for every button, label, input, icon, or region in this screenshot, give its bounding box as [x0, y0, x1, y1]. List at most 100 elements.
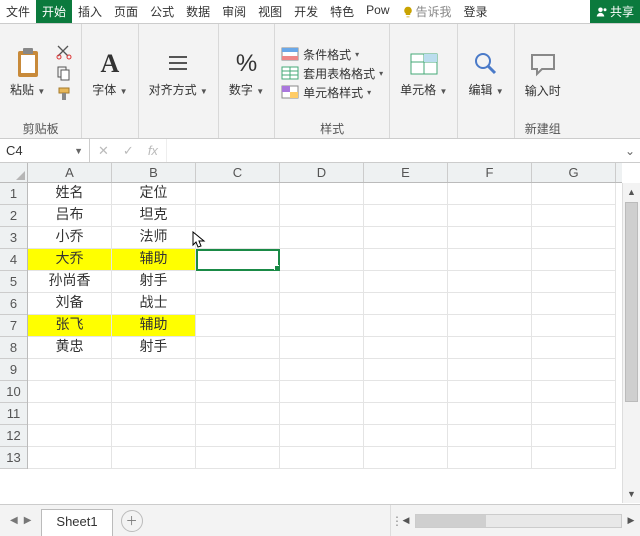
cell-E12[interactable]: [364, 425, 448, 447]
cell-style-button[interactable]: 单元格样式 ▾: [281, 84, 383, 101]
cell-B5[interactable]: 射手: [112, 271, 196, 293]
cell-C12[interactable]: [196, 425, 280, 447]
cell-G3[interactable]: [532, 227, 616, 249]
cell-A8[interactable]: 黄忠: [28, 337, 112, 359]
formula-expand-button[interactable]: ⌄: [620, 139, 640, 162]
cell-D7[interactable]: [280, 315, 364, 337]
editing-button[interactable]: 编辑 ▼: [464, 45, 507, 101]
cell-E5[interactable]: [364, 271, 448, 293]
input-time-button[interactable]: 输入时: [521, 46, 565, 100]
cell-grid[interactable]: 姓名定位吕布坦克小乔法师大乔辅助孙尚香射手刘备战士张飞辅助黄忠射手: [28, 183, 622, 503]
cell-F3[interactable]: [448, 227, 532, 249]
row-header-8[interactable]: 8: [0, 337, 27, 359]
column-header-B[interactable]: B: [112, 163, 196, 182]
cell-E7[interactable]: [364, 315, 448, 337]
enter-formula-button[interactable]: ✓: [123, 143, 134, 159]
cell-E11[interactable]: [364, 403, 448, 425]
formula-input[interactable]: [167, 139, 620, 162]
cell-E4[interactable]: [364, 249, 448, 271]
cell-E13[interactable]: [364, 447, 448, 469]
name-box[interactable]: C4 ▼: [0, 139, 90, 162]
copy-button[interactable]: [53, 64, 75, 82]
cell-F8[interactable]: [448, 337, 532, 359]
number-button[interactable]: % 数字 ▼: [225, 45, 268, 101]
scroll-left-button[interactable]: ◀: [397, 515, 415, 526]
scroll-right-button[interactable]: ▶: [622, 515, 640, 526]
cell-C10[interactable]: [196, 381, 280, 403]
cell-G10[interactable]: [532, 381, 616, 403]
cell-B1[interactable]: 定位: [112, 183, 196, 205]
font-button[interactable]: A 字体 ▼: [88, 45, 131, 101]
cell-B11[interactable]: [112, 403, 196, 425]
cell-A11[interactable]: [28, 403, 112, 425]
menu-tab-file[interactable]: 文件: [0, 0, 36, 23]
column-header-E[interactable]: E: [364, 163, 448, 182]
horizontal-scrollbar[interactable]: ⋮ ◀ ▶: [390, 505, 640, 536]
row-header-4[interactable]: 4: [0, 249, 27, 271]
cell-F9[interactable]: [448, 359, 532, 381]
tab-last-icon[interactable]: ▶: [24, 515, 32, 526]
cell-F2[interactable]: [448, 205, 532, 227]
cell-B8[interactable]: 射手: [112, 337, 196, 359]
sheet-tab-1[interactable]: Sheet1: [41, 509, 112, 536]
scroll-up-button[interactable]: ▲: [623, 183, 640, 201]
row-header-2[interactable]: 2: [0, 205, 27, 227]
table-format-button[interactable]: 套用表格格式 ▾: [281, 65, 383, 82]
horizontal-scroll-thumb[interactable]: [416, 515, 486, 527]
cell-F13[interactable]: [448, 447, 532, 469]
cell-D2[interactable]: [280, 205, 364, 227]
cell-A4[interactable]: 大乔: [28, 249, 112, 271]
cell-D4[interactable]: [280, 249, 364, 271]
cell-E8[interactable]: [364, 337, 448, 359]
menu-tab-data[interactable]: 数据: [180, 0, 216, 23]
cell-B10[interactable]: [112, 381, 196, 403]
cell-G7[interactable]: [532, 315, 616, 337]
cell-C5[interactable]: [196, 271, 280, 293]
cell-D6[interactable]: [280, 293, 364, 315]
cell-A10[interactable]: [28, 381, 112, 403]
cell-G5[interactable]: [532, 271, 616, 293]
menu-tab-review[interactable]: 审阅: [216, 0, 252, 23]
row-header-10[interactable]: 10: [0, 381, 27, 403]
vertical-scroll-thumb[interactable]: [625, 202, 638, 402]
cell-F7[interactable]: [448, 315, 532, 337]
cell-D11[interactable]: [280, 403, 364, 425]
cell-D9[interactable]: [280, 359, 364, 381]
cell-G11[interactable]: [532, 403, 616, 425]
cell-C3[interactable]: [196, 227, 280, 249]
paste-button[interactable]: 粘贴 ▼: [6, 45, 49, 101]
cell-G12[interactable]: [532, 425, 616, 447]
add-sheet-button[interactable]: ＋: [121, 510, 143, 532]
row-header-11[interactable]: 11: [0, 403, 27, 425]
cell-C7[interactable]: [196, 315, 280, 337]
column-header-D[interactable]: D: [280, 163, 364, 182]
menu-tab-feature[interactable]: 特色: [324, 0, 360, 23]
cell-A12[interactable]: [28, 425, 112, 447]
cell-F6[interactable]: [448, 293, 532, 315]
cell-F12[interactable]: [448, 425, 532, 447]
row-header-7[interactable]: 7: [0, 315, 27, 337]
cells-button[interactable]: 单元格 ▼: [396, 45, 451, 101]
cell-D1[interactable]: [280, 183, 364, 205]
cell-G13[interactable]: [532, 447, 616, 469]
cell-G6[interactable]: [532, 293, 616, 315]
cell-C13[interactable]: [196, 447, 280, 469]
tab-nav[interactable]: ◀ ▶: [0, 505, 41, 536]
align-button[interactable]: 对齐方式 ▼: [145, 45, 212, 101]
cell-F10[interactable]: [448, 381, 532, 403]
cell-F1[interactable]: [448, 183, 532, 205]
menu-tab-view[interactable]: 视图: [252, 0, 288, 23]
cell-A3[interactable]: 小乔: [28, 227, 112, 249]
fx-button[interactable]: fx: [148, 143, 158, 158]
cell-A5[interactable]: 孙尚香: [28, 271, 112, 293]
cell-E9[interactable]: [364, 359, 448, 381]
cell-D13[interactable]: [280, 447, 364, 469]
cell-A13[interactable]: [28, 447, 112, 469]
cell-C2[interactable]: [196, 205, 280, 227]
menu-tab-dev[interactable]: 开发: [288, 0, 324, 23]
cell-D12[interactable]: [280, 425, 364, 447]
menu-tab-home[interactable]: 开始: [36, 0, 72, 23]
select-all-corner[interactable]: [0, 163, 28, 183]
cell-D5[interactable]: [280, 271, 364, 293]
cell-G9[interactable]: [532, 359, 616, 381]
